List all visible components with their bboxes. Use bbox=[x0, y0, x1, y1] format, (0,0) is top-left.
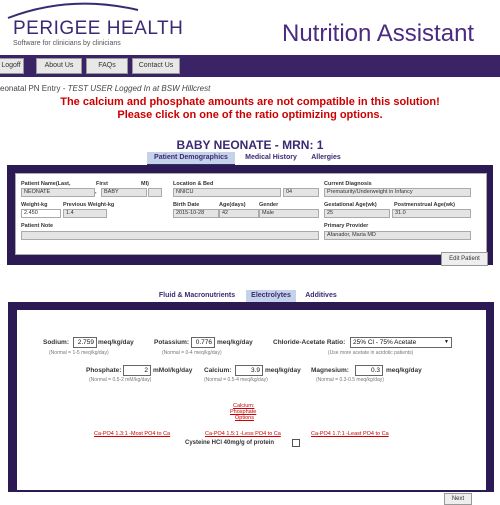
patient-title: BABY NEONATE - MRN: 1 bbox=[176, 138, 324, 152]
last-name-field[interactable]: NEONATE bbox=[21, 188, 95, 197]
ratio-options-title-3[interactable]: Options bbox=[235, 415, 254, 421]
sodium-input[interactable]: 2.759 bbox=[73, 337, 97, 348]
location-field[interactable]: NNICU bbox=[173, 188, 281, 197]
nav-bar: Logoff About Us FAQs Contact Us bbox=[0, 55, 500, 77]
chloride-acetate-value: 25% Cl - 75% Acetate bbox=[353, 339, 417, 346]
tab-allergies[interactable]: Allergies bbox=[306, 152, 346, 164]
app-title: Nutrition Assistant bbox=[282, 20, 475, 47]
birth-date-field[interactable]: 2015-10-28 bbox=[173, 209, 219, 218]
calcium-label: Calcium: bbox=[204, 367, 232, 374]
primary-provider-label: Primary Provider bbox=[324, 223, 369, 229]
ratio-option-1-3[interactable]: Ca-PO4 1.3:1 -Most PO4 to Ca bbox=[94, 431, 170, 437]
age-days-label: Age(days) bbox=[219, 202, 246, 208]
patient-name-label: Patient Name(Last, bbox=[21, 181, 71, 187]
magnesium-normal-note: (Normal = 0.3-0.5 meq/kg/day) bbox=[316, 377, 384, 383]
first-name-label: First bbox=[96, 181, 108, 187]
ratio-option-1-5[interactable]: Ca-PO4 1.5:1 -Less PO4 to Ca bbox=[205, 431, 281, 437]
potassium-input[interactable]: 0.776 bbox=[191, 337, 215, 348]
magnesium-label: Magnesium: bbox=[311, 367, 349, 374]
tab-fluid-macronutrients[interactable]: Fluid & Macronutrients bbox=[152, 290, 242, 302]
about-us-button[interactable]: About Us bbox=[36, 58, 82, 74]
chloride-acetate-select[interactable]: 25% Cl - 75% Acetate ▼ bbox=[350, 337, 452, 348]
gender-label: Gender bbox=[259, 202, 279, 208]
mi-field[interactable] bbox=[148, 188, 162, 197]
current-diagnosis-label: Current Diagnosis bbox=[324, 181, 372, 187]
gender-field[interactable]: Male bbox=[259, 209, 319, 218]
previous-weight-field[interactable]: 1.4 bbox=[63, 209, 107, 218]
calcium-normal-note: (Normal = 0.5-4 meq/kg/day) bbox=[204, 377, 268, 383]
previous-weight-label: Previous Weight-kg bbox=[63, 202, 115, 208]
mi-label: MI) bbox=[141, 181, 149, 187]
tab-medical-history[interactable]: Medical History bbox=[240, 152, 302, 164]
primary-provider-field[interactable]: Afanador, Maria MD bbox=[324, 231, 471, 240]
logoff-button[interactable]: Logoff bbox=[0, 58, 24, 74]
cysteine-label: Cysteine HCl 40mg/g of protein bbox=[185, 440, 275, 446]
diagnosis-field[interactable]: Prematurity/Underweight in Infancy bbox=[324, 188, 471, 197]
phosphate-label: Phosphate: bbox=[86, 367, 122, 374]
patient-note-label: Patient Note bbox=[21, 223, 54, 229]
weight-label: Weight-kg bbox=[21, 202, 48, 208]
magnesium-input[interactable]: 0.3 bbox=[355, 365, 383, 376]
entry-label: eonatal PN Entry - bbox=[0, 84, 68, 93]
birth-date-label: Birth Date bbox=[173, 202, 200, 208]
patient-note-field[interactable] bbox=[21, 231, 319, 240]
potassium-normal-note: (Normal = 0-4 meq/kg/day) bbox=[162, 350, 222, 356]
potassium-unit: meq/kg/day bbox=[217, 339, 253, 346]
edit-patient-button[interactable]: Edit Patient bbox=[441, 252, 488, 266]
phosphate-unit: mMol/kg/day bbox=[153, 367, 193, 374]
age-days-field[interactable]: 42 bbox=[219, 209, 259, 218]
potassium-label: Potassium: bbox=[154, 339, 190, 346]
phosphate-input[interactable]: 2 bbox=[123, 365, 151, 376]
dropdown-arrow-icon: ▼ bbox=[444, 339, 449, 345]
phosphate-normal-note: (Normal = 0.5-2 mM/kg/day) bbox=[89, 377, 152, 383]
error-line-1: The calcium and phosphate amounts are no… bbox=[60, 96, 440, 108]
calcium-unit: meq/kg/day bbox=[265, 367, 301, 374]
logo-tagline: Software for clinicians by clinicians bbox=[13, 40, 121, 47]
next-button[interactable]: Next bbox=[444, 493, 472, 505]
cysteine-checkbox[interactable] bbox=[292, 439, 300, 447]
location-bed-label: Location & Bed bbox=[173, 181, 214, 187]
contact-us-button[interactable]: Contact Us bbox=[132, 58, 180, 74]
postmenstrual-age-field[interactable]: 31.0 bbox=[392, 209, 471, 218]
tab-patient-demographics[interactable]: Patient Demographics bbox=[147, 152, 235, 165]
bed-field[interactable]: 04 bbox=[283, 188, 319, 197]
tab-additives[interactable]: Additives bbox=[300, 290, 342, 302]
sodium-unit: meq/kg/day bbox=[98, 339, 134, 346]
gestational-age-label: Gestational Age(wk) bbox=[324, 202, 377, 208]
logo-name: PERIGEE HEALTH bbox=[13, 18, 184, 39]
name-comma: , bbox=[95, 189, 97, 195]
entry-subtitle: eonatal PN Entry - TEST USER Logged In a… bbox=[0, 84, 210, 93]
sodium-normal-note: (Normal = 1-5 meq/kg/day) bbox=[49, 350, 109, 356]
error-line-2: Please click on one of the ratio optimiz… bbox=[117, 109, 383, 121]
first-name-field[interactable]: BABY bbox=[101, 188, 147, 197]
logged-in-user: TEST USER Logged In at BSW Hillcrest bbox=[67, 84, 211, 93]
chloride-acetate-note: (Use more acetate in acidotic patients) bbox=[328, 350, 414, 356]
chloride-acetate-label: Chloride-Acetate Ratio: bbox=[273, 339, 346, 346]
ratio-option-1-7[interactable]: Ca-PO4 1.7:1 -Least PO4 to Ca bbox=[311, 431, 389, 437]
calcium-input[interactable]: 3.9 bbox=[235, 365, 263, 376]
gestational-age-field[interactable]: 25 bbox=[324, 209, 390, 218]
postmenstrual-age-label: Postmenstrual Age(wk) bbox=[394, 202, 455, 208]
sodium-label: Sodium: bbox=[43, 339, 69, 346]
magnesium-unit: meq/kg/day bbox=[386, 367, 422, 374]
weight-field[interactable]: 2.450 bbox=[21, 209, 61, 218]
faqs-button[interactable]: FAQs bbox=[86, 58, 128, 74]
